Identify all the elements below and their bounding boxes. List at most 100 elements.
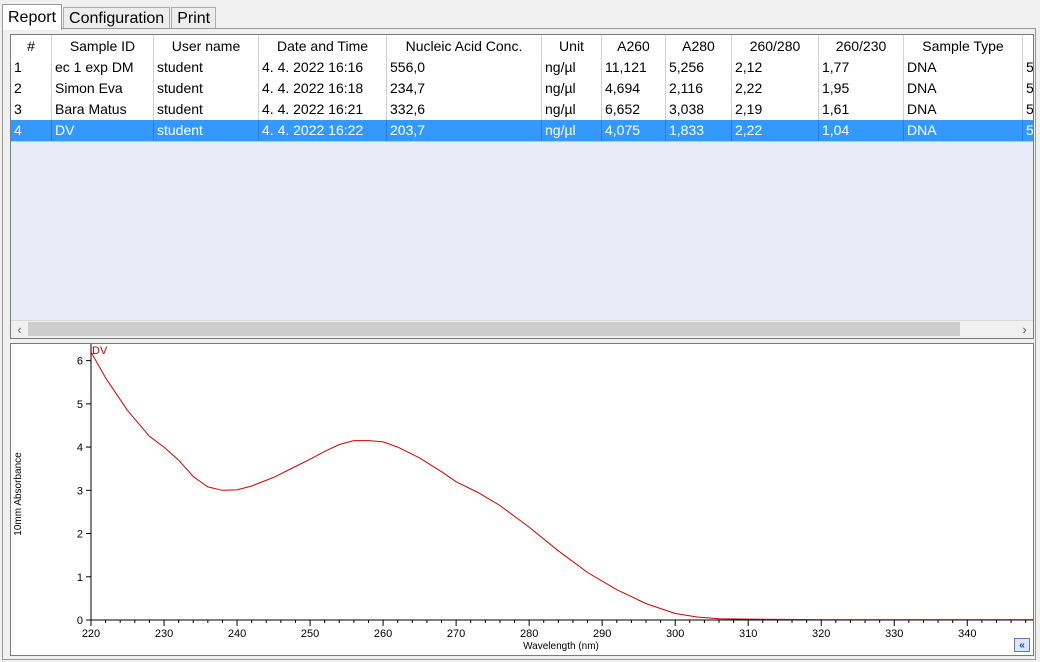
x-tick-label: 270 — [447, 628, 465, 640]
column-header-nucleic-acid-conc[interactable]: Nucleic Acid Conc. — [387, 35, 542, 57]
cell-260-280: 2,22 — [732, 120, 819, 141]
cell-user-name: student — [154, 57, 259, 78]
cell-sample-type: DNA — [904, 57, 1023, 78]
cell-260-230: 1,95 — [819, 78, 904, 99]
cell-sample-type: DNA — [904, 78, 1023, 99]
cell-index: 2 — [11, 78, 52, 99]
cell-sample-id: ec 1 exp DM — [52, 57, 154, 78]
cell-concentration: 234,7 — [387, 78, 542, 99]
results-table: # Sample ID User name Date and Time Nucl… — [10, 34, 1034, 339]
cell-date-time: 4. 4. 2022 16:16 — [259, 57, 387, 78]
cell-user-name: student — [154, 120, 259, 141]
table-row-selected[interactable]: 4 DV student 4. 4. 2022 16:22 203,7 ng/µ… — [11, 120, 1033, 142]
column-header-a280[interactable]: A280 — [666, 35, 732, 57]
cell-a260: 6,652 — [602, 99, 666, 120]
cell-a280: 5,256 — [666, 57, 732, 78]
cell-unit: ng/µl — [542, 120, 602, 141]
x-tick-label: 290 — [593, 628, 611, 640]
chevron-right-icon[interactable]: › — [1016, 321, 1033, 338]
cell-date-time: 4. 4. 2022 16:22 — [259, 120, 387, 141]
column-header-user-name[interactable]: User name — [154, 35, 259, 57]
column-header-a260[interactable]: A260 — [602, 35, 666, 57]
cell-index: 1 — [11, 57, 52, 78]
cell-260-280: 2,19 — [732, 99, 819, 120]
series-label: DV — [92, 345, 108, 357]
cell-260-280: 2,22 — [732, 78, 819, 99]
table-header: # Sample ID User name Date and Time Nucl… — [11, 35, 1033, 58]
y-tick-label: 2 — [77, 529, 83, 541]
column-header-index[interactable]: # — [11, 35, 52, 57]
cell-unit: ng/µl — [542, 78, 602, 99]
cell-260-280: 2,12 — [732, 57, 819, 78]
report-panel: # Sample ID User name Date and Time Nucl… — [2, 28, 1036, 660]
tab-print[interactable]: Print — [171, 7, 217, 29]
cell-a260: 4,075 — [602, 120, 666, 141]
cell-sample-type: DNA — [904, 99, 1023, 120]
cell-a260: 4,694 — [602, 78, 666, 99]
cell-concentration: 203,7 — [387, 120, 542, 141]
cell-truncated: 5( — [1023, 57, 1033, 78]
cell-truncated: 5( — [1023, 78, 1033, 99]
tab-strip: Report Configuration Print — [2, 3, 217, 30]
x-tick-label: 220 — [82, 628, 100, 640]
column-header-truncated[interactable]: F — [1023, 35, 1033, 57]
column-header-260-230[interactable]: 260/230 — [819, 35, 904, 57]
x-tick-label: 310 — [739, 628, 757, 640]
y-tick-label: 1 — [77, 572, 83, 584]
cell-concentration: 332,6 — [387, 99, 542, 120]
column-header-unit[interactable]: Unit — [542, 35, 602, 57]
cell-260-230: 1,61 — [819, 99, 904, 120]
cell-user-name: student — [154, 99, 259, 120]
cell-a280: 1,833 — [666, 120, 732, 141]
chart-svg: 0 1 2 3 4 5 6 220 230 240 250 260 270 280 290 300 310 320… — [13, 344, 1033, 652]
chevron-left-icon[interactable]: ‹ — [11, 321, 28, 338]
y-tick-label: 6 — [77, 356, 83, 368]
y-tick-label: 3 — [77, 485, 83, 497]
cell-index: 4 — [11, 120, 52, 141]
column-header-date-time[interactable]: Date and Time — [259, 35, 387, 57]
tab-configuration[interactable]: Configuration — [63, 7, 171, 29]
cell-260-230: 1,77 — [819, 57, 904, 78]
cell-date-time: 4. 4. 2022 16:21 — [259, 99, 387, 120]
x-tick-label: 330 — [885, 628, 903, 640]
tab-report[interactable]: Report — [2, 4, 63, 30]
cell-concentration: 556,0 — [387, 57, 542, 78]
cell-sample-id: Bara Matus — [52, 99, 154, 120]
column-header-sample-type[interactable]: Sample Type — [904, 35, 1023, 57]
cell-a280: 2,116 — [666, 78, 732, 99]
column-header-sample-id[interactable]: Sample ID — [52, 35, 154, 57]
double-chevron-left-icon[interactable]: « — [1014, 638, 1030, 652]
horizontal-scrollbar[interactable]: ‹ › — [11, 320, 1033, 338]
cell-truncated: 5( — [1023, 120, 1033, 141]
x-tick-label: 300 — [666, 628, 684, 640]
cell-index: 3 — [11, 99, 52, 120]
table-row[interactable]: 1 ec 1 exp DM student 4. 4. 2022 16:16 5… — [11, 57, 1033, 79]
table-row[interactable]: 2 Simon Eva student 4. 4. 2022 16:18 234… — [11, 78, 1033, 100]
cell-sample-id: DV — [52, 120, 154, 141]
y-axis-label: 10mm Absorbance — [13, 452, 24, 536]
scrollbar-thumb[interactable] — [28, 322, 960, 336]
cell-user-name: student — [154, 78, 259, 99]
series-line-DV — [90, 351, 1033, 621]
x-tick-label: 280 — [520, 628, 538, 640]
cell-sample-type: DNA — [904, 120, 1023, 141]
cell-date-time: 4. 4. 2022 16:18 — [259, 78, 387, 99]
y-tick-label: 5 — [77, 399, 83, 411]
x-tick-label: 240 — [228, 628, 246, 640]
x-tick-label: 230 — [155, 628, 173, 640]
x-tick-label: 320 — [812, 628, 830, 640]
x-tick-label: 340 — [958, 628, 976, 640]
cell-unit: ng/µl — [542, 57, 602, 78]
cell-260-230: 1,04 — [819, 120, 904, 141]
cell-unit: ng/µl — [542, 99, 602, 120]
x-tick-label: 260 — [374, 628, 392, 640]
column-header-260-280[interactable]: 260/280 — [732, 35, 819, 57]
cell-a280: 3,038 — [666, 99, 732, 120]
cell-truncated: 5( — [1023, 99, 1033, 120]
x-tick-label: 250 — [301, 628, 319, 640]
x-axis-label: Wavelength (nm) — [523, 641, 599, 652]
cell-sample-id: Simon Eva — [52, 78, 154, 99]
table-row[interactable]: 3 Bara Matus student 4. 4. 2022 16:21 33… — [11, 99, 1033, 121]
y-tick-label: 0 — [77, 615, 83, 627]
cell-a260: 11,121 — [602, 57, 666, 78]
